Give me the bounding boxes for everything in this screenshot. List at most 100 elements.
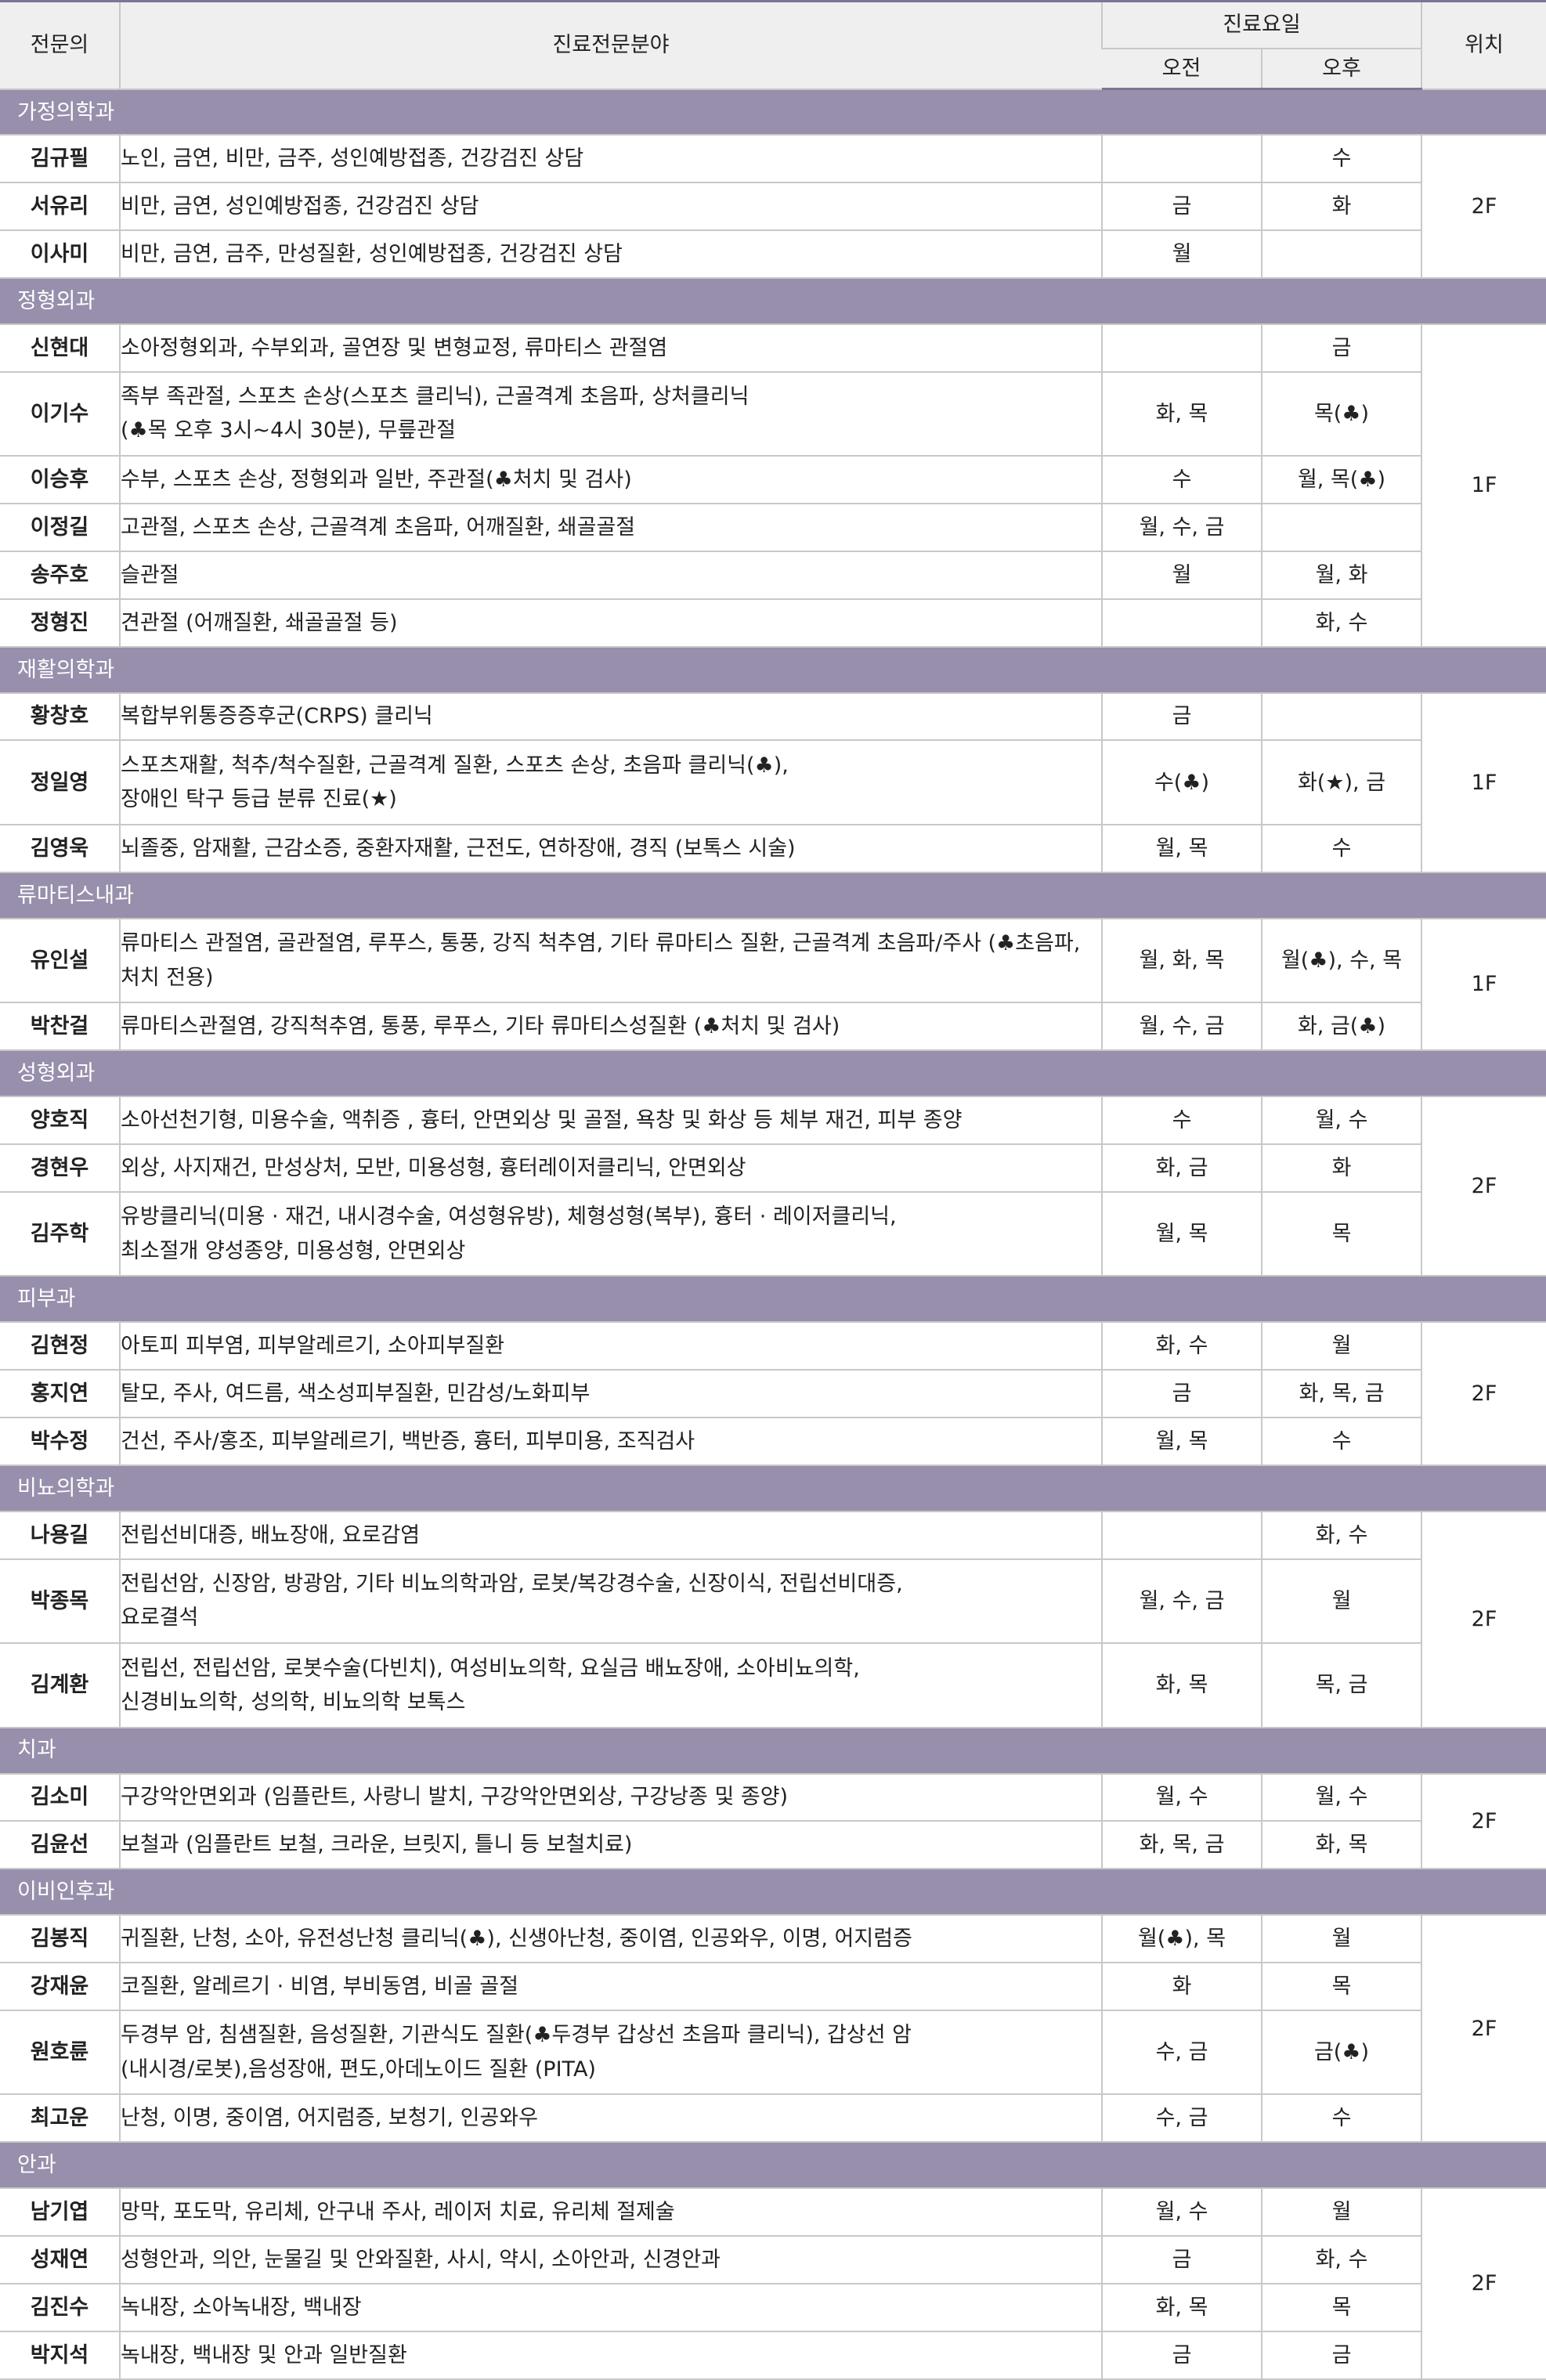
pm-schedule: 월(♣), 수, 목: [1261, 918, 1421, 1004]
pm-schedule: 목, 금: [1261, 1643, 1421, 1728]
table-row: 강재윤 코질환, 알레르기 · 비염, 부비동염, 비골 골절 화 목: [0, 1962, 1546, 2011]
department-name: 정형외과: [0, 277, 1546, 325]
table-row: 유인설 류마티스 관절염, 골관절염, 루푸스, 통풍, 강직 척추염, 기타 류…: [0, 918, 1546, 1052]
specialty-cell: 류마티스 관절염, 골관절염, 루푸스, 통풍, 강직 척추염, 기타 류마티스…: [119, 918, 1102, 1004]
header-doctor: 전문의: [0, 0, 120, 90]
am-schedule: 화: [1101, 1962, 1262, 2011]
doctor-name: 김소미: [0, 1773, 120, 1822]
table-row: 신현대 소아정형외과, 수부외과, 골연장 및 변형교정, 류마티스 관절염 금 1F: [0, 323, 1546, 648]
table-row: 김주학 유방클리닉(미용 · 재건, 내시경수술, 여성형유방), 체형성형(복부…: [0, 1191, 1546, 1277]
doctor-name: 박수정: [0, 1417, 120, 1466]
specialty-cell: 아토피 피부염, 피부알레르기, 소아피부질환: [119, 1322, 1102, 1371]
location-cell: 2F: [1421, 1915, 1546, 2143]
specialty-cell: 고관절, 스포츠 손상, 근골격계 초음파, 어깨질환, 쇄골골절: [119, 504, 1102, 552]
specialty-text: 스포츠재활, 척추/척수질환, 근골격계 질환, 스포츠 손상, 초음파 클리닉…: [121, 753, 789, 812]
am-schedule: 수: [1101, 1096, 1262, 1145]
pm-schedule: 월, 수: [1261, 1773, 1421, 1822]
am-schedule: 월, 수, 금: [1101, 1558, 1262, 1645]
am-schedule: 화, 목: [1101, 2283, 1262, 2332]
department-name: 가정의학과: [0, 88, 1546, 136]
department-name: 류마티스내과: [0, 872, 1546, 919]
doctor-name: 경현우: [0, 1143, 120, 1193]
specialty-cell: 견관절 (어깨질환, 쇄골골절 등): [119, 598, 1102, 648]
table-row: 양호직 소아선천기형, 미용수술, 액취증 , 흉터, 안면외상 및 골절, 욕창…: [0, 1096, 1546, 1277]
specialty-text: 구강악안면외과 (임플란트, 사랑니 발치, 구강악안면외상, 구강낭종 및 종…: [121, 1785, 789, 1810]
doctor-name: 나용길: [0, 1511, 120, 1560]
am-schedule: 수, 금: [1101, 2010, 1262, 2096]
specialty-cell: 복합부위통증증후군(CRPS) 클리닉: [119, 692, 1102, 742]
am-schedule: [1101, 135, 1262, 184]
pm-schedule: 화, 수: [1261, 2236, 1421, 2284]
specialty-cell: 두경부 암, 침샘질환, 음성질환, 기관식도 질환(♣두경부 갑상선 초음파 …: [119, 2010, 1102, 2096]
pm-schedule: 월: [1261, 1915, 1421, 1963]
department-name: 이비인후과: [0, 1869, 1546, 1916]
table-row: 성재연 성형안과, 의안, 눈물길 및 안와질환, 사시, 약시, 소아안과, 신…: [0, 2236, 1546, 2284]
specialty-cell: 비만, 금연, 금주, 만성질환, 성인예방접종, 건강검진 상담: [119, 230, 1102, 279]
specialty-cell: 유방클리닉(미용 · 재건, 내시경수술, 여성형유방), 체형성형(복부), …: [119, 1191, 1102, 1277]
doctor-name: 박지석: [0, 2331, 120, 2380]
am-schedule: 월, 목: [1101, 1191, 1262, 1277]
am-schedule: 월: [1101, 551, 1262, 600]
department-name: 치과: [0, 1727, 1546, 1775]
pm-schedule: 화, 수: [1261, 598, 1421, 648]
specialty-text: 수부, 스포츠 손상, 정형외과 일반, 주관절(♣처치 및 검사): [121, 468, 632, 493]
doctor-name: 이정길: [0, 504, 120, 552]
department-name: 안과: [0, 2142, 1546, 2190]
am-schedule: 화, 목: [1101, 1643, 1262, 1728]
doctor-name: 김주학: [0, 1191, 120, 1277]
department-row: 재활의학과: [0, 646, 1546, 694]
location-cell: 2F: [1421, 1773, 1546, 1870]
doctor-name: 김윤선: [0, 1821, 120, 1870]
doctor-name: 성재연: [0, 2236, 120, 2284]
pm-schedule: 화, 목, 금: [1261, 1370, 1421, 1418]
specialty-text: 류마티스 관절염, 골관절염, 루푸스, 통풍, 강직 척추염, 기타 류마티스…: [121, 931, 1081, 990]
am-schedule: 금: [1101, 692, 1262, 742]
table-row: 최고운 난청, 이명, 중이염, 어지럼증, 보청기, 인공와우 수, 금수: [0, 2094, 1546, 2143]
pm-schedule: 월, 수: [1261, 1096, 1421, 1145]
am-schedule: [1101, 1511, 1262, 1560]
table-row: 황창호 복합부위통증증후군(CRPS) 클리닉 금 1F: [0, 692, 1546, 873]
am-schedule: 금: [1101, 2236, 1262, 2284]
pm-schedule: 금(♣): [1261, 2010, 1421, 2096]
doctor-schedule-table: 전문의 진료전문분야 진료요일 위치 오전 오후 가정의학과 김규필 노인, 금연,…: [0, 0, 1546, 2380]
specialty-cell: 구강악안면외과 (임플란트, 사랑니 발치, 구강악안면외상, 구강낭종 및 종…: [119, 1773, 1102, 1822]
am-schedule: 월: [1101, 230, 1262, 279]
specialty-text: 녹내장, 백내장 및 안과 일반질환: [121, 2342, 407, 2367]
specialty-cell: 전립선비대증, 배뇨장애, 요로감염: [119, 1511, 1102, 1560]
am-schedule: [1101, 323, 1262, 373]
specialty-cell: 슬관절: [119, 551, 1102, 600]
table-row: 나용길 전립선비대증, 배뇨장애, 요로감염 화, 수 2F: [0, 1511, 1546, 1728]
specialty-text: 성형안과, 의안, 눈물길 및 안와질환, 사시, 약시, 소아안과, 신경안과: [121, 2247, 721, 2272]
specialty-cell: 족부 족관절, 스포츠 손상(스포츠 클리닉), 근골격계 초음파, 상처클리닉…: [119, 371, 1102, 457]
specialty-text: 녹내장, 소아녹내장, 백내장: [121, 2295, 362, 2320]
department-row: 가정의학과: [0, 88, 1546, 136]
specialty-text: 소아선천기형, 미용수술, 액취증 , 흉터, 안면외상 및 골절, 욕창 및 …: [121, 1107, 963, 1132]
doctor-name: 정일영: [0, 740, 120, 826]
specialty-cell: 뇌졸중, 암재활, 근감소증, 중환자재활, 근전도, 연하장애, 경직 (보톡…: [119, 825, 1102, 873]
pm-schedule: 월, 화: [1261, 551, 1421, 600]
department-row: 피부과: [0, 1276, 1546, 1324]
pm-schedule: 월: [1261, 2188, 1421, 2237]
department-row: 비뇨의학과: [0, 1464, 1546, 1512]
table-header: 전문의 진료전문분야 진료요일 위치 오전 오후: [0, 0, 1546, 90]
specialty-cell: 코질환, 알레르기 · 비염, 부비동염, 비골 골절: [119, 1962, 1102, 2011]
am-schedule: 수, 금: [1101, 2094, 1262, 2143]
table-row: 김규필 노인, 금연, 비만, 금주, 성인예방접종, 건강검진 상담 수 2F: [0, 135, 1546, 279]
table-row: 김진수 녹내장, 소아녹내장, 백내장 화, 목목: [0, 2283, 1546, 2332]
table-row: 서유리 비만, 금연, 성인예방접종, 건강검진 상담 금 화: [0, 182, 1546, 232]
pm-schedule: 수: [1261, 2094, 1421, 2143]
specialty-cell: 노인, 금연, 비만, 금주, 성인예방접종, 건강검진 상담: [119, 135, 1102, 184]
specialty-text: 건선, 주사/홍조, 피부알레르기, 백반증, 흉터, 피부미용, 조직검사: [121, 1428, 695, 1454]
specialty-cell: 비만, 금연, 성인예방접종, 건강검진 상담: [119, 182, 1102, 232]
specialty-cell: 스포츠재활, 척추/척수질환, 근골격계 질환, 스포츠 손상, 초음파 클리닉…: [119, 740, 1102, 826]
doctor-name: 이기수: [0, 371, 120, 457]
specialty-cell: 난청, 이명, 중이염, 어지럼증, 보청기, 인공와우: [119, 2094, 1102, 2143]
pm-schedule: 목: [1261, 1191, 1421, 1277]
pm-schedule: 수: [1261, 135, 1421, 184]
department-row: 치과: [0, 1727, 1546, 1775]
table-row: 정형진 견관절 (어깨질환, 쇄골골절 등) 화, 수: [0, 598, 1546, 648]
specialty-text: 고관절, 스포츠 손상, 근골격계 초음파, 어깨질환, 쇄골골절: [121, 515, 636, 540]
specialty-text: 귀질환, 난청, 소아, 유전성난청 클리닉(♣), 신생아난청, 중이염, 인…: [121, 1926, 912, 1951]
header-specialty: 진료전문분야: [119, 0, 1102, 90]
am-schedule: 월, 수: [1101, 2188, 1262, 2237]
